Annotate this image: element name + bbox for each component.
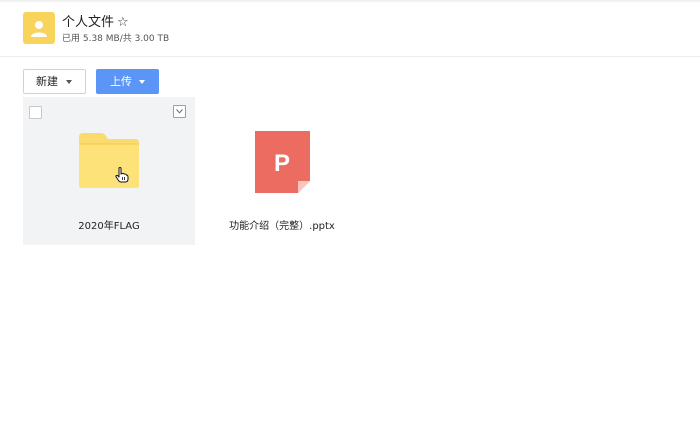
folder-icon [79, 133, 139, 188]
space-title: 个人文件 ☆ [62, 11, 129, 30]
space-title-text: 个人文件 [62, 15, 115, 30]
file-card-folder[interactable]: 2020年FLAG [23, 97, 195, 245]
user-icon [31, 21, 47, 37]
caret-down-icon [66, 80, 72, 84]
new-button-label: 新建 [36, 75, 58, 88]
upload-button[interactable]: 上传 [96, 69, 159, 94]
ppt-letter: P [274, 150, 290, 177]
chevron-down-icon [176, 109, 183, 114]
powerpoint-file-icon: P [255, 131, 310, 193]
more-options-toggle[interactable] [173, 105, 186, 118]
storage-usage: 已用 5.38 MB/共 3.00 TB [62, 34, 170, 44]
star-outline-icon[interactable]: ☆ [117, 15, 129, 30]
space-header: 个人文件 ☆ 已用 5.38 MB/共 3.00 TB [0, 0, 700, 57]
select-checkbox[interactable] [29, 106, 42, 119]
hand-cursor-icon [115, 167, 129, 183]
file-card-pptx[interactable]: P 功能介绍（完整）.pptx [196, 97, 368, 245]
file-name[interactable]: 功能介绍（完整）.pptx [196, 217, 368, 232]
file-name[interactable]: 2020年FLAG [23, 217, 195, 232]
space-avatar [23, 12, 55, 44]
caret-down-icon [139, 80, 145, 84]
upload-button-label: 上传 [110, 75, 132, 88]
new-button[interactable]: 新建 [23, 69, 86, 94]
